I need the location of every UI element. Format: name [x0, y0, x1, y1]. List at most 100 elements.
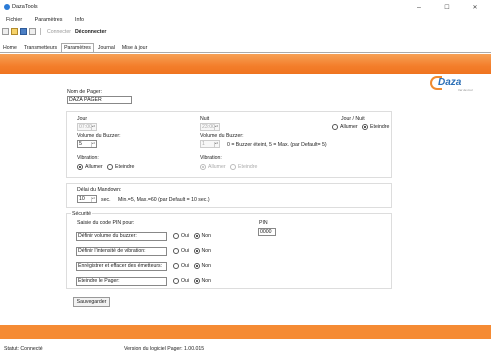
day-vibration-off-radio[interactable] — [107, 164, 114, 170]
security-yes-label: Oui — [181, 248, 190, 254]
security-shutdown-options: Oui Non — [173, 278, 214, 284]
security-yes-label: Oui — [181, 233, 190, 239]
status-text: Statut: Connecté — [4, 346, 43, 352]
daynight-off-radio[interactable] — [362, 124, 369, 130]
new-icon[interactable] — [2, 28, 9, 35]
daynight-off-label: Eteindre — [370, 124, 390, 130]
maximize-button[interactable]: ☐ — [436, 2, 458, 14]
night-label: Nuit — [200, 116, 210, 122]
security-row-shutdown: Eteindre le Pager: — [76, 277, 167, 286]
night-vibration-on-radio[interactable] — [200, 164, 206, 170]
version-text: Version du logiciel Pager: 1.00.015 — [124, 346, 205, 352]
mandown-hint: Min.=5, Max.=60 (par Default = 10 sec.) — [118, 197, 210, 203]
day-buzzer-value: 5 — [79, 141, 82, 147]
tab-transmetteurs[interactable]: Transmetteurs — [21, 43, 60, 52]
header-banner — [0, 54, 491, 74]
daynight-options: Allumer Eteindre — [332, 124, 392, 130]
mandown-unit: sec. — [101, 197, 111, 203]
menu-bar: Fichier Paramètres Info — [0, 17, 89, 25]
spinner-icon[interactable]: ▴▾ — [214, 142, 218, 147]
print-icon[interactable] — [29, 28, 36, 35]
mandown-label: Délai du Mandown: — [77, 187, 122, 193]
toolbar-separator — [40, 28, 41, 35]
connect-button[interactable]: Connecter — [47, 29, 71, 35]
logo-text: Daza — [438, 77, 462, 88]
security-no-label: Non — [201, 248, 212, 254]
spinner-icon[interactable]: ▴▾ — [91, 125, 95, 130]
save-icon[interactable] — [20, 28, 27, 35]
day-vibration-on-label: Allumer — [85, 164, 103, 170]
security-yes-label: Oui — [181, 263, 190, 269]
save-button[interactable]: Sauvegarder — [73, 297, 110, 307]
pager-name-label: Nom de Pager: — [67, 89, 102, 95]
spinner-icon[interactable]: ▴▾ — [91, 197, 95, 202]
pin-prompt: Saisie du code PIN pour: — [77, 220, 135, 226]
night-buzzer-label: Volume du Buzzer: — [200, 133, 244, 139]
night-vibration-off-radio[interactable] — [230, 164, 237, 170]
security-transmitters-no-radio[interactable] — [193, 263, 200, 269]
pin-label: PIN — [259, 220, 268, 226]
security-buzzer-yes-radio[interactable] — [173, 233, 179, 239]
menu-fichier[interactable]: Fichier — [6, 17, 22, 23]
security-shutdown-no-radio[interactable] — [193, 278, 200, 284]
security-shutdown-yes-radio[interactable] — [173, 278, 179, 284]
security-no-label: Non — [201, 278, 212, 284]
security-no-label: Non — [201, 263, 212, 269]
daynight-on-label: Allumer — [340, 124, 358, 130]
day-label: Jour — [77, 116, 88, 122]
footer-banner — [0, 325, 491, 339]
menu-info[interactable]: Info — [75, 17, 84, 23]
tab-home[interactable]: Home — [0, 43, 20, 52]
night-vibration-label: Vibration: — [200, 155, 222, 161]
minimize-button[interactable]: – — [408, 2, 430, 14]
window-title: DazaTools — [12, 4, 38, 10]
daynight-on-radio[interactable] — [332, 124, 338, 130]
security-buzzer-options: Oui Non — [173, 233, 214, 239]
open-folder-icon[interactable] — [11, 28, 18, 35]
security-yes-label: Oui — [181, 278, 190, 284]
security-transmitters-yes-radio[interactable] — [173, 263, 179, 269]
security-row-buzzer: Définir volume du buzzer: — [76, 232, 167, 241]
mandown-input[interactable]: 10 ▴▾ — [77, 195, 97, 203]
menu-parametres[interactable]: Paramètres — [35, 17, 63, 23]
security-vibration-options: Oui Non — [173, 248, 214, 254]
status-bar: Statut: Connecté Version du logiciel Pag… — [0, 340, 491, 354]
security-label: Sécurité — [71, 211, 93, 217]
tab-parametres[interactable]: Paramètres — [61, 43, 94, 52]
night-vibration-on-label: Allumer — [208, 164, 226, 170]
security-vibration-yes-radio[interactable] — [173, 248, 179, 254]
day-buzzer-input[interactable]: 5 ▴▾ — [77, 140, 97, 148]
app-icon — [4, 4, 10, 10]
spinner-icon[interactable]: ▴▾ — [214, 125, 218, 130]
night-buzzer-value: 1 — [202, 141, 205, 147]
security-vibration-no-radio[interactable] — [193, 248, 200, 254]
day-vibration-options: Allumer Eteindre — [77, 164, 137, 170]
title-bar: DazaTools – ☐ ✕ — [0, 0, 491, 16]
security-transmitters-options: Oui Non — [173, 263, 214, 269]
toolbar: Connecter Déconnecter — [2, 27, 106, 36]
day-vibration-off-label: Eteindre — [115, 164, 135, 170]
close-button[interactable]: ✕ — [464, 2, 486, 14]
logo-subtitle: Ver de tout — [458, 88, 473, 92]
spinner-icon[interactable]: ▴▾ — [91, 142, 95, 147]
disconnect-button[interactable]: Déconnecter — [75, 29, 106, 35]
security-no-label: Non — [201, 233, 212, 239]
night-buzzer-hint: 0 = Buzzer éteint, 5 = Max. (par Default… — [227, 142, 327, 148]
tab-divider — [0, 52, 491, 53]
night-buzzer-input[interactable]: 1 ▴▾ — [200, 140, 220, 148]
pin-input[interactable]: 0000 — [258, 228, 276, 236]
tab-journal[interactable]: Journal — [95, 43, 118, 52]
day-vibration-on-radio[interactable] — [77, 164, 83, 170]
tab-mise-a-jour[interactable]: Mise à jour — [119, 43, 150, 52]
day-buzzer-label: Volume du Buzzer: — [77, 133, 121, 139]
daza-logo: Daza Ver de tout — [430, 76, 488, 92]
security-row-transmitters: Enrégistrer et effacer des émetteurs: — [76, 262, 167, 271]
mandown-value: 10 — [79, 196, 85, 202]
security-buzzer-no-radio[interactable] — [193, 233, 200, 239]
pager-name-input[interactable]: DAZA PAGER — [67, 96, 132, 104]
tab-strip: Home Transmetteurs Paramètres Journal Mi… — [0, 43, 150, 52]
day-vibration-label: Vibration: — [77, 155, 99, 161]
night-time-input[interactable]: 23:00 ▴▾ — [200, 123, 220, 131]
day-time-input[interactable]: 07:00 ▴▾ — [77, 123, 97, 131]
night-vibration-options: Allumer Eteindre — [200, 164, 260, 170]
